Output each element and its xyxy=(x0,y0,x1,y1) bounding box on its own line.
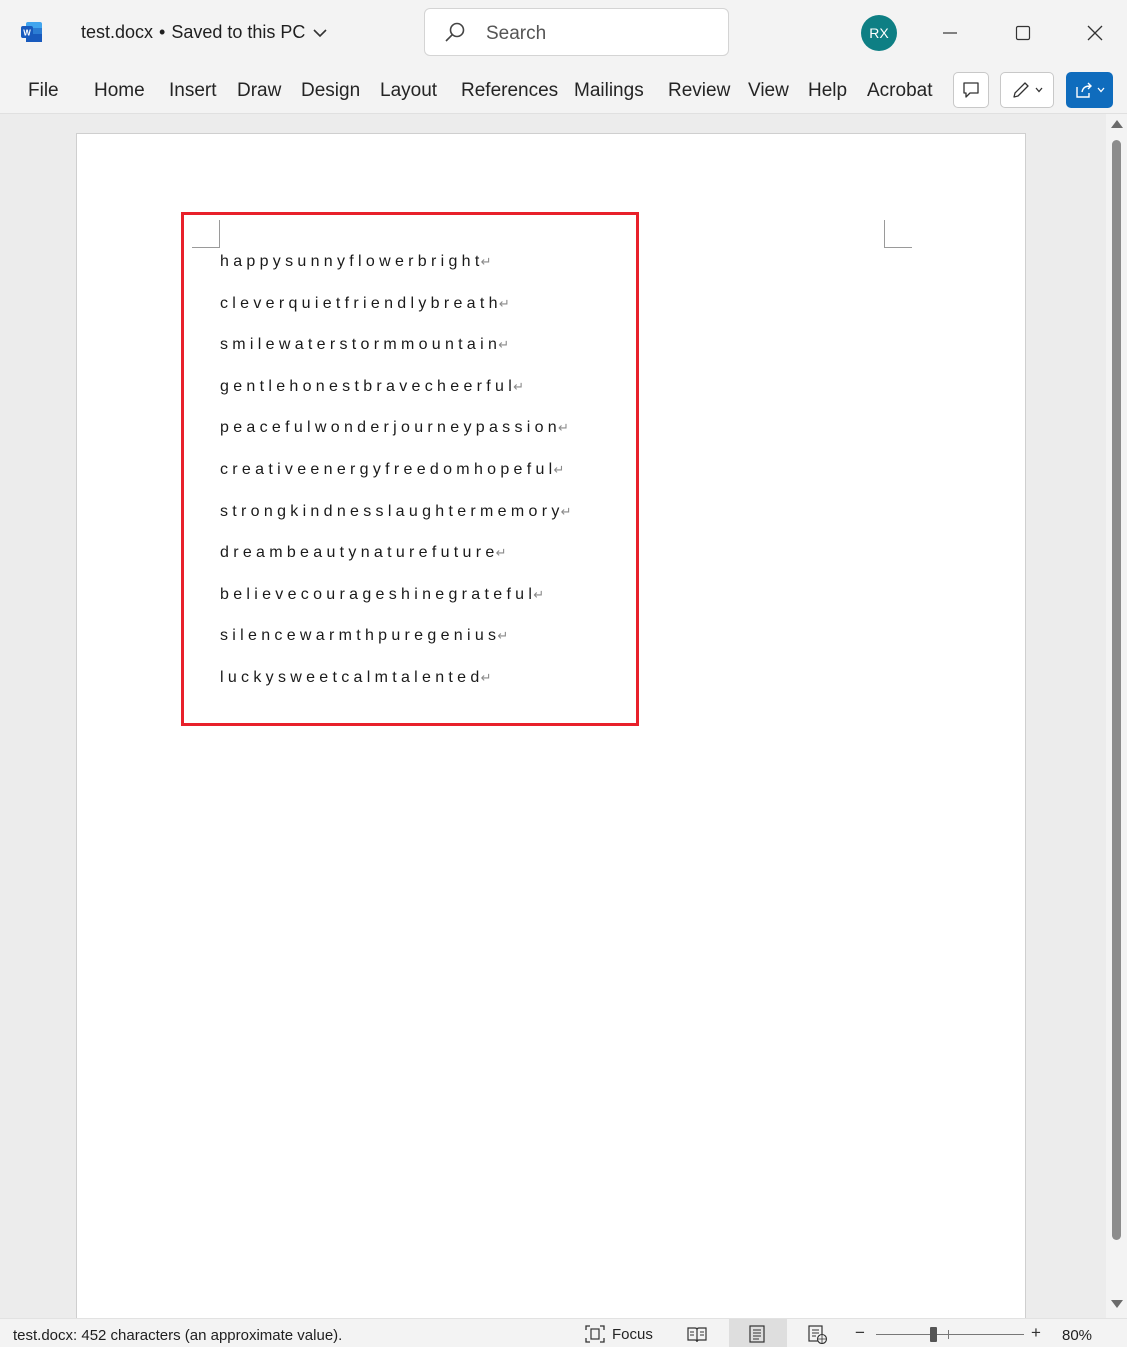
paragraph-text: smilewaterstormmountain xyxy=(220,336,502,354)
tab-file[interactable]: File xyxy=(28,80,59,102)
tab-help[interactable]: Help xyxy=(808,80,847,102)
paragraph[interactable]: believecourageshinegrateful↵ xyxy=(220,585,572,627)
status-bar: test.docx: 452 characters (an approximat… xyxy=(0,1318,1127,1347)
focus-label: Focus xyxy=(612,1325,653,1343)
tab-view[interactable]: View xyxy=(748,80,789,102)
minimize-button[interactable] xyxy=(935,18,965,48)
paragraph-mark-icon: ↵ xyxy=(495,545,507,561)
document-body[interactable]: happysunnyflowerbright↵ cleverquietfrien… xyxy=(220,252,572,710)
paragraph-mark-icon: ↵ xyxy=(498,337,510,353)
editing-mode-button[interactable] xyxy=(1000,72,1054,108)
zoom-out-button[interactable]: − xyxy=(855,1323,865,1343)
document-title[interactable]: test.docx • Saved to this PC xyxy=(81,22,329,43)
paragraph-mark-icon: ↵ xyxy=(558,420,569,436)
share-button[interactable] xyxy=(1066,72,1113,108)
word-count-status[interactable]: test.docx: 452 characters (an approximat… xyxy=(13,1327,342,1344)
paragraph[interactable]: happysunnyflowerbright↵ xyxy=(220,252,572,294)
focus-icon xyxy=(585,1325,605,1343)
avatar[interactable]: RX xyxy=(861,15,897,51)
minimize-icon xyxy=(943,32,957,34)
zoom-level[interactable]: 80% xyxy=(1062,1327,1092,1344)
paragraph[interactable]: dreambeautynaturefuture↵ xyxy=(220,543,572,585)
paragraph-mark-icon: ↵ xyxy=(533,586,545,602)
paragraph[interactable]: creativeenergyfreedomhopeful↵ xyxy=(220,460,572,502)
maximize-button[interactable] xyxy=(1008,18,1038,48)
print-layout-button[interactable] xyxy=(729,1319,787,1347)
chevron-down-icon xyxy=(313,28,328,37)
tab-review[interactable]: Review xyxy=(668,80,730,102)
pen-icon xyxy=(1013,82,1029,98)
paragraph-text: cleverquietfriendlybreath xyxy=(220,294,502,312)
paragraph-mark-icon: ↵ xyxy=(498,295,510,311)
document-page[interactable]: happysunnyflowerbright↵ cleverquietfrien… xyxy=(76,133,1026,1318)
read-mode-icon[interactable] xyxy=(686,1324,708,1344)
paragraph[interactable]: gentlehonestbravecheerful↵ xyxy=(220,377,572,419)
paragraph-mark-icon: ↵ xyxy=(497,628,509,644)
paragraph-text: silencewarmthpuregenius xyxy=(220,627,501,645)
paragraph[interactable]: silencewarmthpuregenius↵ xyxy=(220,626,572,668)
tab-home[interactable]: Home xyxy=(94,80,145,102)
scroll-down-icon[interactable] xyxy=(1111,1300,1123,1308)
avatar-initials: RX xyxy=(869,25,889,41)
search-placeholder: Search xyxy=(486,23,547,44)
paragraph-text: peacefulwonderjourneypassion xyxy=(220,419,561,437)
paragraph-mark-icon: ↵ xyxy=(553,461,565,477)
paragraph[interactable]: luckysweetcalmtalented↵ xyxy=(220,668,572,710)
crop-mark-top-right xyxy=(884,220,912,248)
paragraph-mark-icon: ↵ xyxy=(480,669,492,685)
tab-insert[interactable]: Insert xyxy=(169,80,217,102)
tab-layout[interactable]: Layout xyxy=(380,80,437,102)
vertical-scrollbar[interactable] xyxy=(1106,114,1127,1318)
chevron-down-icon xyxy=(1097,87,1104,93)
paragraph-text: happysunnyflowerbright xyxy=(220,253,484,270)
tab-draw[interactable]: Draw xyxy=(237,80,281,102)
scrollbar-thumb[interactable] xyxy=(1112,140,1121,1240)
share-icon xyxy=(1075,82,1092,98)
zoom-slider[interactable] xyxy=(876,1334,1024,1335)
save-status: Saved to this PC xyxy=(171,22,306,42)
zoom-slider-thumb[interactable] xyxy=(930,1327,937,1342)
web-layout-icon[interactable] xyxy=(806,1324,828,1344)
comment-icon xyxy=(963,82,979,98)
close-button[interactable] xyxy=(1080,18,1110,48)
paragraph[interactable]: strongkindnesslaughtermemory↵ xyxy=(220,502,572,544)
paragraph-mark-icon: ↵ xyxy=(513,378,524,394)
zoom-in-button[interactable]: + xyxy=(1031,1323,1041,1343)
paragraph-text: creativeenergyfreedomhopeful xyxy=(220,460,557,478)
close-icon xyxy=(1087,25,1103,41)
tab-mailings[interactable]: Mailings xyxy=(574,80,644,102)
paragraph-text: dreambeautynaturefuture xyxy=(220,544,499,562)
focus-button[interactable]: Focus xyxy=(584,1324,653,1344)
paragraph-mark-icon: ↵ xyxy=(480,254,492,269)
tab-acrobat[interactable]: Acrobat xyxy=(867,80,932,102)
maximize-icon xyxy=(1015,25,1031,41)
paragraph-text: gentlehonestbravecheerful xyxy=(220,377,517,395)
paragraph[interactable]: peacefulwonderjourneypassion↵ xyxy=(220,418,572,460)
tab-design[interactable]: Design xyxy=(301,80,360,102)
filename: test.docx xyxy=(81,22,154,42)
document-canvas[interactable]: happysunnyflowerbright↵ cleverquietfrien… xyxy=(0,114,1106,1318)
title-separator: • xyxy=(159,22,166,42)
paragraph[interactable]: cleverquietfriendlybreath↵ xyxy=(220,294,572,336)
scroll-up-icon[interactable] xyxy=(1111,120,1123,128)
search-icon xyxy=(445,22,465,42)
paragraph-mark-icon: ↵ xyxy=(560,503,572,519)
comments-button[interactable] xyxy=(953,72,989,108)
paragraph-text: luckysweetcalmtalented xyxy=(220,668,484,686)
paragraph[interactable]: smilewaterstormmountain↵ xyxy=(220,335,572,377)
zoom-slider-tick xyxy=(948,1330,949,1339)
ribbon-tabs: File Home Insert Draw Design Layout Refe… xyxy=(0,66,1127,114)
tab-references[interactable]: References xyxy=(461,80,558,102)
title-bar: W test.docx • Saved to this PC Search RX xyxy=(0,0,1127,66)
word-app-icon[interactable]: W xyxy=(20,20,44,44)
print-layout-icon xyxy=(749,1325,765,1343)
search-box[interactable]: Search xyxy=(424,8,729,56)
paragraph-text: believecourageshinegrateful xyxy=(220,585,537,603)
svg-text:W: W xyxy=(23,29,31,38)
paragraph-text: strongkindnesslaughtermemory xyxy=(220,502,564,520)
chevron-down-icon xyxy=(1035,87,1043,93)
